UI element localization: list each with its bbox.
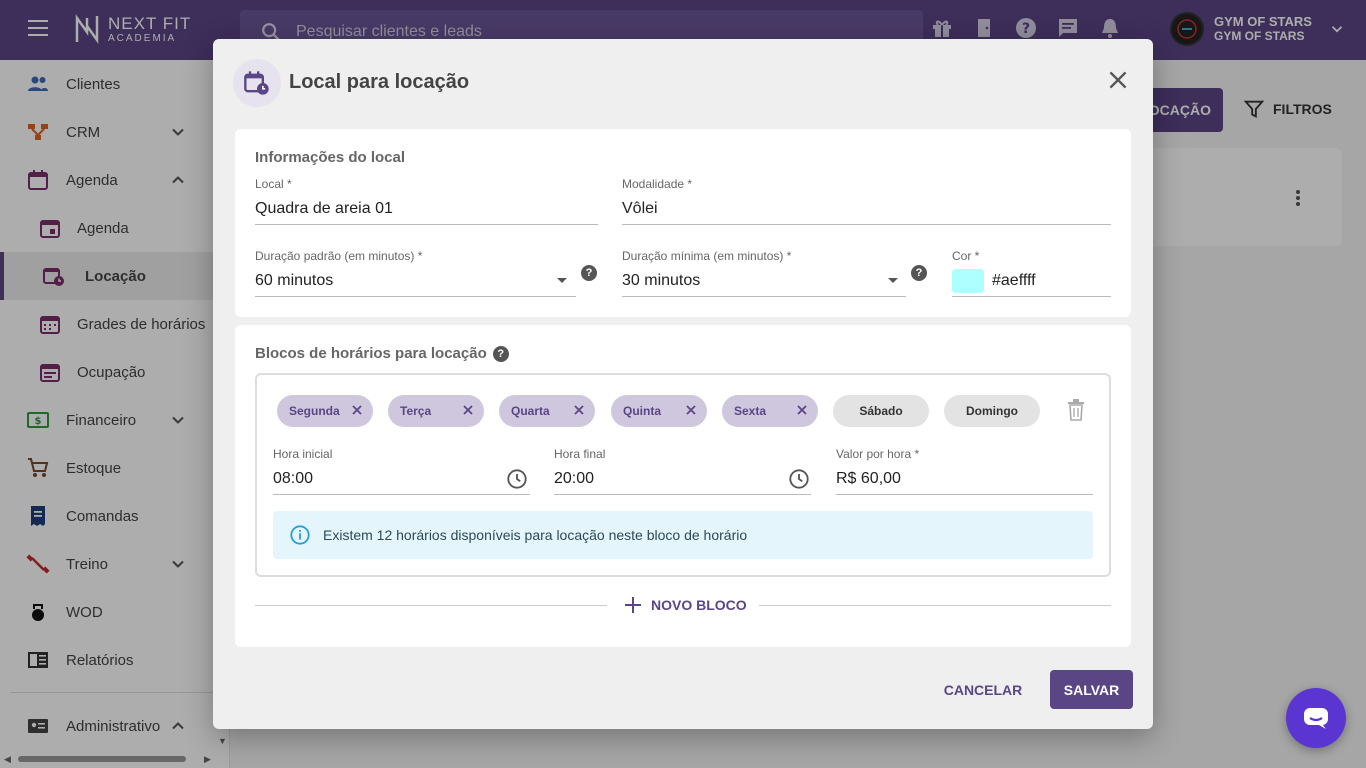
remove-chip-icon[interactable] [573, 404, 585, 416]
duracao-padrao-label: Duração padrão (em minutos) * [255, 249, 423, 263]
chat-widget-button[interactable] [1286, 688, 1346, 748]
location-info-card: Informações do local Local * Quadra de a… [235, 129, 1131, 317]
dropdown-caret-icon[interactable] [888, 278, 898, 283]
valor-hora-label: Valor por hora * [836, 447, 920, 461]
day-chip-sexta[interactable]: Sexta [722, 395, 818, 427]
time-block: Segunda Terça Quarta Quinta Sexta Sábado… [255, 373, 1111, 577]
hora-inicial-label: Hora inicial [273, 447, 333, 461]
info-icon [290, 525, 310, 545]
info-alert: Existem 12 horários disponíveis para loc… [273, 511, 1093, 559]
hora-inicial-input[interactable]: 08:00 [273, 470, 313, 488]
day-chip-label: Sexta [734, 404, 767, 418]
location-dialog: Local para locação Informações do local … [213, 39, 1153, 729]
cor-input[interactable]: #aeffff [992, 272, 1036, 290]
day-chip-segunda[interactable]: Segunda [277, 395, 373, 427]
modalidade-label: Modalidade * [622, 177, 693, 191]
info-alert-text: Existem 12 horários disponíveis para loc… [323, 527, 748, 543]
color-swatch[interactable] [952, 269, 984, 293]
local-label: Local * [255, 177, 292, 191]
help-icon[interactable]: ? [911, 265, 927, 281]
save-button[interactable]: SALVAR [1050, 670, 1133, 709]
local-input[interactable]: Quadra de areia 01 [255, 200, 393, 218]
hora-final-label: Hora final [554, 447, 606, 461]
day-chip-label: Segunda [289, 404, 340, 418]
valor-hora-input[interactable]: R$ 60,00 [836, 470, 901, 488]
add-block-label: NOVO BLOCO [651, 597, 747, 613]
remove-chip-icon[interactable] [351, 404, 363, 416]
dropdown-caret-icon[interactable] [557, 278, 567, 283]
info-section-title: Informações do local [255, 149, 406, 166]
trash-icon[interactable] [1067, 399, 1085, 421]
clock-icon[interactable] [788, 468, 810, 490]
cor-underline [952, 296, 1111, 297]
duracao-padrao-underline [255, 296, 576, 297]
help-icon[interactable]: ? [581, 265, 597, 281]
cancel-button[interactable]: CANCELAR [935, 671, 1031, 709]
blocks-section-title: Blocos de horários para locação ? [255, 345, 509, 362]
clock-icon[interactable] [506, 468, 528, 490]
modalidade-underline [622, 224, 1111, 225]
day-chip-label: Quinta [623, 404, 661, 418]
time-blocks-card: Blocos de horários para locação ? Segund… [235, 325, 1131, 647]
modal-title: Local para locação [289, 71, 470, 93]
modalidade-input[interactable]: Vôlei [622, 200, 658, 218]
duracao-minima-select[interactable]: 30 minutos [622, 272, 700, 290]
day-chip-label: Quarta [511, 404, 550, 418]
hora-inicial-underline [273, 494, 530, 495]
hora-final-input[interactable]: 20:00 [554, 470, 594, 488]
day-chip-quarta[interactable]: Quarta [499, 395, 595, 427]
calendar-clock-icon [244, 71, 269, 95]
help-icon[interactable]: ? [492, 345, 509, 362]
remove-chip-icon[interactable] [462, 404, 474, 416]
duracao-padrao-select[interactable]: 60 minutos [255, 272, 333, 290]
modal-header-icon [233, 59, 281, 107]
blocks-section-title-text: Blocos de horários para locação [255, 345, 487, 362]
chat-bubble-icon [1304, 708, 1328, 729]
duracao-minima-label: Duração mínima (em minutos) * [622, 249, 792, 263]
add-block-button[interactable]: NOVO BLOCO [623, 595, 747, 615]
remove-chip-icon[interactable] [685, 404, 697, 416]
remove-chip-icon[interactable] [796, 404, 808, 416]
day-chip-terca[interactable]: Terça [388, 395, 484, 427]
divider [255, 605, 607, 606]
local-underline [255, 224, 598, 225]
hora-final-underline [554, 494, 811, 495]
day-chip-sabado[interactable]: Sábado [833, 395, 929, 427]
day-chip-label: Terça [400, 404, 432, 418]
divider [759, 605, 1111, 606]
close-icon[interactable] [1105, 67, 1131, 93]
day-chip-domingo[interactable]: Domingo [944, 395, 1040, 427]
cor-label: Cor * [952, 249, 980, 263]
duracao-minima-underline [622, 296, 906, 297]
plus-icon [625, 597, 641, 613]
day-chip-quinta[interactable]: Quinta [611, 395, 707, 427]
valor-hora-underline [836, 494, 1093, 495]
